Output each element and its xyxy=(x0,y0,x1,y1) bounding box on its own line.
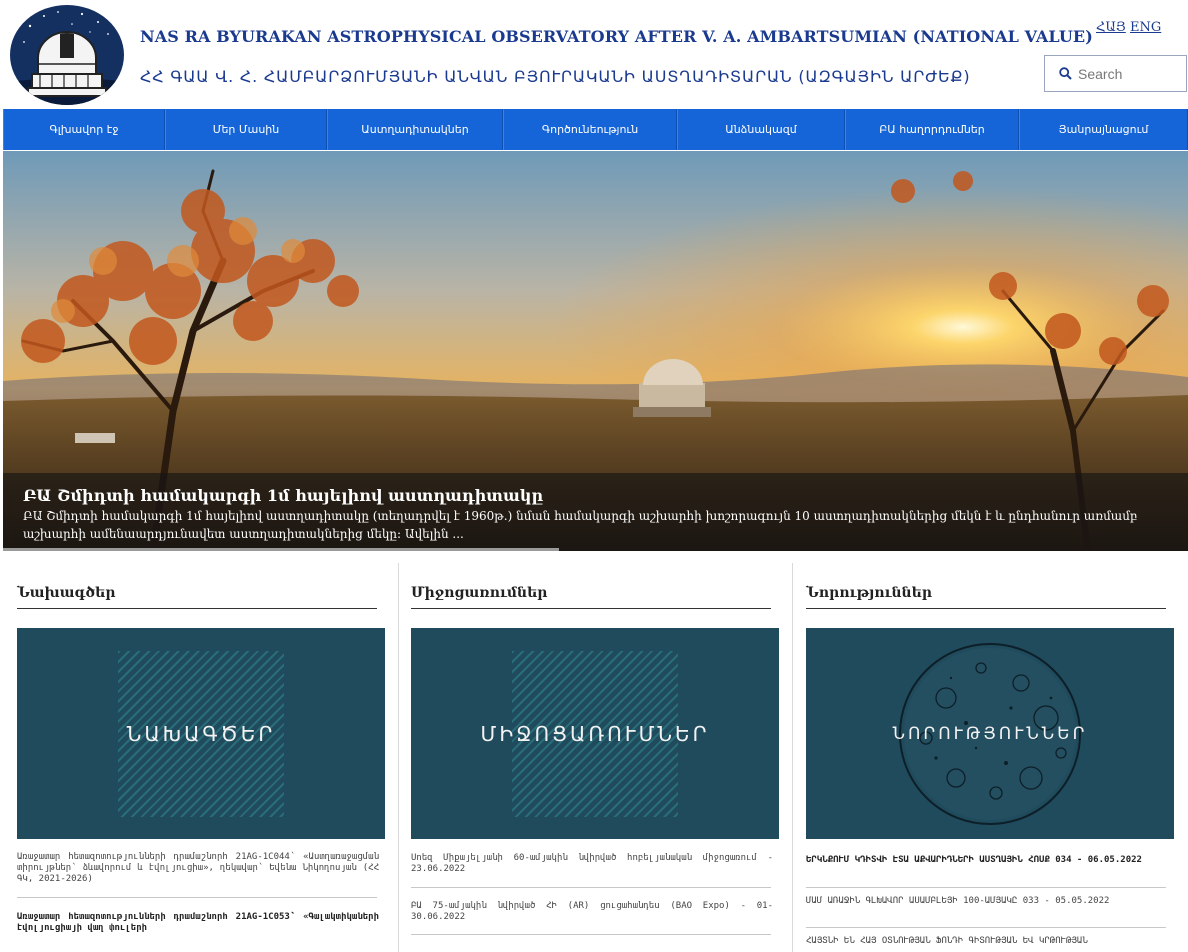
projects-image-label: ՆԱԽԱԳԾԵՐ xyxy=(126,721,276,746)
nav-item-telescopes[interactable]: Աստղադիտակներ xyxy=(327,109,503,150)
news-item[interactable]: ԵՐԿՆՔՈՒՄ ԿԴԻՏՎԻ ԷՏԱ ԱՔՎԱՐԻԴՆԵՐԻ ԱՍՏՂԱՅԻՆ… xyxy=(806,855,1168,866)
projects-image[interactable]: ՆԱԽԱԳԾԵՐ xyxy=(17,628,385,839)
event-item[interactable]: ԲԱ 75-ամյակին նվիրված ՀԻ (AR) ցուցահանդե… xyxy=(411,901,773,923)
language-armenian-link[interactable]: ՀԱՅ xyxy=(1096,20,1126,35)
main-navigation: Գլխավոր էջ Մեր Մասին Աստղադիտակներ Գործո… xyxy=(3,109,1188,150)
news-item[interactable]: ՀԱՅՏՆԻ ԵՆ ՀԱՅ ՕՏՆՈՒԹՅԱՆ ՖՈՆԴԻ ԳԻՏՈՒԹՅԱՆ … xyxy=(806,936,1168,947)
nav-item-about[interactable]: Մեր Մասին xyxy=(165,109,327,150)
events-image-label: ՄԻՋՈՑԱՌՈՒՄՆԵՐ xyxy=(480,721,710,746)
item-divider xyxy=(411,887,771,888)
heading-underline xyxy=(17,608,377,609)
search-icon xyxy=(1059,67,1072,80)
events-image[interactable]: ՄԻՋՈՑԱՌՈՒՄՆԵՐ xyxy=(411,628,779,839)
column-divider xyxy=(398,563,399,952)
slider-progress-bar xyxy=(3,548,559,551)
project-item[interactable]: Առաջատար հետազոտությունների դրամաշնորհ 2… xyxy=(17,852,379,885)
nav-item-outreach[interactable]: Յանրայնացում xyxy=(1019,109,1188,150)
news-item[interactable]: ՄԱՄ ԱՌԱՋԻՆ ԳԼԽԱՎՈՐ ԱՍԱՄԲԼԵՅԻ 100-ԱՄՅԱԿԸ … xyxy=(806,896,1168,907)
language-english-link[interactable]: ENG xyxy=(1130,20,1161,35)
project-item[interactable]: Առաջատար հետազոտությունների դրամաշնորհ 2… xyxy=(17,912,379,934)
item-divider xyxy=(411,934,771,935)
news-heading[interactable]: Նորություններ xyxy=(806,585,932,601)
hero-caption: ԲԱ Շմիդտի համակարգի 1մ հայելիով աստղադիտ… xyxy=(3,473,1188,551)
news-image[interactable]: ՆՈՐՈՒԹՅՈՒՆՆԵՐ xyxy=(806,628,1174,839)
site-header: NAS RA BYURAKAN ASTROPHYSICAL OBSERVATOR… xyxy=(0,0,1188,108)
heading-underline xyxy=(806,608,1166,609)
hero-caption-title[interactable]: ԲԱ Շմիդտի համակարգի 1մ հայելիով աստղադիտ… xyxy=(23,486,543,505)
event-item[interactable]: Սոեզ Միքայելյանի 60-ամյակին նվիրված հոբե… xyxy=(411,853,773,875)
hero-caption-text: ԲԱ Շմիդտի համակարգի 1մ հայելիով աստղադիտ… xyxy=(23,509,1138,541)
nav-item-activities[interactable]: Գործունեություն xyxy=(503,109,677,150)
hero-slider[interactable]: ԲԱ Շմիդտի համակարգի 1մ հայելիով աստղադիտ… xyxy=(3,151,1188,551)
projects-heading[interactable]: Նախագծեր xyxy=(17,585,115,601)
observatory-logo[interactable] xyxy=(10,4,128,106)
nav-item-bao-reports[interactable]: ԲԱ հաղորդումներ xyxy=(845,109,1019,150)
search-input[interactable]: Search xyxy=(1044,55,1187,92)
search-placeholder: Search xyxy=(1078,65,1123,82)
column-divider xyxy=(792,563,793,952)
item-divider xyxy=(806,887,1166,888)
nav-item-home[interactable]: Գլխավոր էջ xyxy=(3,109,165,150)
site-title-armenian: ՀՀ ԳԱԱ Վ. Հ. ՀԱՄԲԱՐՁՈՒՄՅԱՆԻ ԱՆՎԱՆ ԲՅՈՒՐԱ… xyxy=(140,67,971,86)
nav-item-staff[interactable]: Անձնակազմ xyxy=(677,109,845,150)
item-divider xyxy=(806,927,1166,928)
events-heading[interactable]: Միջոցառումներ xyxy=(411,585,547,601)
item-divider xyxy=(17,897,377,898)
news-image-label: ՆՈՐՈՒԹՅՈՒՆՆԵՐ xyxy=(892,723,1088,744)
heading-underline xyxy=(411,608,771,609)
site-title-english: NAS RA BYURAKAN ASTROPHYSICAL OBSERVATOR… xyxy=(140,27,1093,46)
